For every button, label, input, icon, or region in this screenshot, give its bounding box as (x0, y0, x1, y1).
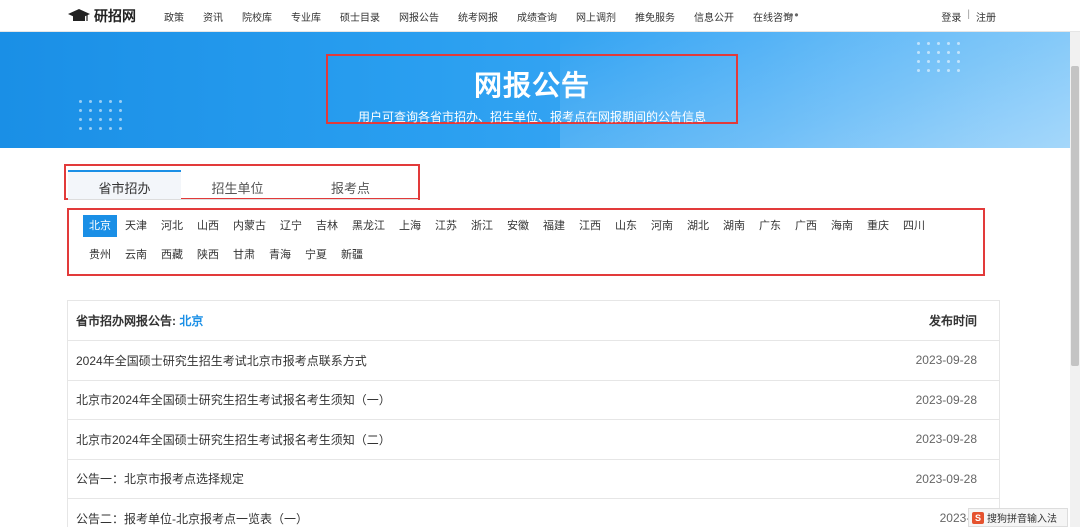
more-menu-icon[interactable]: ••• (784, 8, 800, 22)
list-item[interactable]: 2024年全国硕士研究生招生考试北京市报考点联系方式 2023-09-28 (68, 341, 999, 381)
province-item[interactable]: 海南 (825, 215, 859, 237)
list-heading: 省市招办网报公告: 北京 (76, 312, 203, 329)
province-item[interactable]: 江苏 (429, 215, 463, 237)
province-item[interactable]: 湖南 (717, 215, 751, 237)
nav-item-news[interactable]: 资讯 (203, 9, 223, 24)
nav-item-disclosure[interactable]: 信息公开 (694, 9, 734, 24)
nav-item-scores[interactable]: 成绩查询 (517, 9, 557, 24)
register-link[interactable]: 注册 (976, 9, 996, 24)
top-navigation-bar: 研招网 政策 资讯 院校库 专业库 硕士目录 网报公告 统考网报 成绩查询 网上… (0, 0, 1080, 32)
list-heading-city: 北京 (179, 314, 204, 328)
banner-title-highlight: 网报公告 用户可查询各省市招办、招生单位、报考点在网报期间的公告信息 (326, 54, 738, 124)
nav-item-registration[interactable]: 统考网报 (458, 9, 498, 24)
auth-links: 登录 | 注册 (941, 9, 996, 24)
nav-item-policy[interactable]: 政策 (164, 9, 184, 24)
auth-separator: | (967, 9, 970, 20)
graduation-cap-icon (68, 9, 90, 21)
province-item[interactable]: 山西 (191, 215, 225, 237)
province-item[interactable]: 新疆 (335, 244, 369, 266)
province-item[interactable]: 黑龙江 (346, 215, 391, 237)
page-subtitle: 用户可查询各省市招办、招生单位、报考点在网报期间的公告信息 (357, 110, 706, 124)
tab-provincial-offices[interactable]: 省市招办 (68, 170, 181, 199)
province-item[interactable]: 北京 (83, 215, 117, 237)
nav-item-schools[interactable]: 院校库 (242, 9, 272, 24)
province-item[interactable]: 重庆 (861, 215, 895, 237)
announcement-title[interactable]: 公告一：北京市报考点选择规定 (76, 470, 244, 487)
page-scrollbar[interactable] (1070, 32, 1080, 527)
list-heading-label: 省市招办网报公告: (76, 314, 176, 328)
nav-item-majors[interactable]: 专业库 (291, 9, 321, 24)
announcement-date: 2023-09-28 (915, 353, 977, 368)
province-item[interactable]: 江西 (573, 215, 607, 237)
province-item[interactable]: 甘肃 (227, 244, 261, 266)
tab-institutions[interactable]: 招生单位 (181, 170, 294, 199)
list-item[interactable]: 北京市2024年全国硕士研究生招生考试报名考生须知（二） 2023-09-28 (68, 420, 999, 460)
announcement-title[interactable]: 公告二：报考单位-北京报考点一览表（一） (76, 510, 308, 527)
announcement-date: 2023-09-28 (915, 392, 977, 407)
announcement-date: 2023-09-28 (915, 432, 977, 447)
list-item[interactable]: 公告一：北京市报考点选择规定 2023-09-28 (68, 460, 999, 499)
scrollbar-thumb[interactable] (1071, 66, 1079, 366)
province-item[interactable]: 河北 (155, 215, 189, 237)
announcement-title[interactable]: 2024年全国硕士研究生招生考试北京市报考点联系方式 (76, 352, 367, 369)
province-row-1: 北京 天津 河北 山西 内蒙古 辽宁 吉林 黑龙江 上海 江苏 浙江 安徽 福建… (83, 215, 933, 237)
list-header: 省市招办网报公告: 北京 发布时间 (68, 301, 999, 341)
date-column-header: 发布时间 (928, 314, 977, 328)
province-item[interactable]: 陕西 (191, 244, 225, 266)
announcement-list: 省市招办网报公告: 北京 发布时间 2024年全国硕士研究生招生考试北京市报考点… (67, 300, 1000, 527)
nav-item-announcements[interactable]: 网报公告 (399, 9, 439, 24)
province-item[interactable]: 辽宁 (274, 215, 308, 237)
province-item[interactable]: 湖北 (681, 215, 715, 237)
nav-item-adjustment[interactable]: 网上调剂 (576, 9, 616, 24)
province-item[interactable]: 青海 (263, 244, 297, 266)
login-link[interactable]: 登录 (941, 9, 961, 24)
announcement-title[interactable]: 北京市2024年全国硕士研究生招生考试报名考生须知（二） (76, 431, 391, 448)
province-item[interactable]: 山东 (609, 215, 643, 237)
nav-item-catalog[interactable]: 硕士目录 (340, 9, 380, 24)
tab-exam-sites[interactable]: 报考点 (294, 170, 407, 199)
province-item[interactable]: 福建 (537, 215, 571, 237)
nav-menu: 政策 资讯 院校库 专业库 硕士目录 网报公告 统考网报 成绩查询 网上调剂 推… (164, 9, 812, 24)
province-item[interactable]: 安徽 (501, 215, 535, 237)
province-item[interactable]: 四川 (897, 215, 931, 237)
ime-label: 搜狗拼音输入法 (987, 514, 1057, 525)
announcement-title[interactable]: 北京市2024年全国硕士研究生招生考试报名考生须知（一） (76, 391, 391, 408)
province-item[interactable]: 内蒙古 (227, 215, 272, 237)
province-item[interactable]: 贵州 (83, 244, 117, 266)
province-item[interactable]: 广西 (789, 215, 823, 237)
list-item[interactable]: 公告二：报考单位-北京报考点一览表（一） 2023-0 (68, 499, 999, 527)
province-row-2: 贵州 云南 西藏 陕西 甘肃 青海 宁夏 新疆 (83, 244, 371, 266)
list-item[interactable]: 北京市2024年全国硕士研究生招生考试报名考生须知（一） 2023-09-28 (68, 381, 999, 420)
announcement-date: 2023-09-28 (915, 471, 977, 486)
province-item[interactable]: 河南 (645, 215, 679, 237)
province-item[interactable]: 吉林 (310, 215, 344, 237)
site-logo[interactable]: 研招网 (68, 7, 136, 25)
province-item[interactable]: 浙江 (465, 215, 499, 237)
page-banner: 网报公告 用户可查询各省市招办、招生单位、报考点在网报期间的公告信息 (0, 32, 1080, 148)
province-item[interactable]: 西藏 (155, 244, 189, 266)
ime-status-bar[interactable]: S 搜狗拼音输入法 (968, 508, 1068, 527)
province-item[interactable]: 广东 (753, 215, 787, 237)
decorative-dots-left (79, 100, 129, 136)
province-item[interactable]: 宁夏 (299, 244, 333, 266)
province-item[interactable]: 上海 (393, 215, 427, 237)
province-item[interactable]: 云南 (119, 244, 153, 266)
sogou-ime-icon: S (972, 511, 984, 524)
nav-item-recommendation[interactable]: 推免服务 (635, 9, 675, 24)
logo-text: 研招网 (94, 8, 136, 24)
province-item[interactable]: 天津 (119, 215, 153, 237)
page-title: 网报公告 (473, 70, 590, 101)
category-tabs: 省市招办 招生单位 报考点 (68, 170, 418, 200)
decorative-dots-right (917, 42, 967, 78)
